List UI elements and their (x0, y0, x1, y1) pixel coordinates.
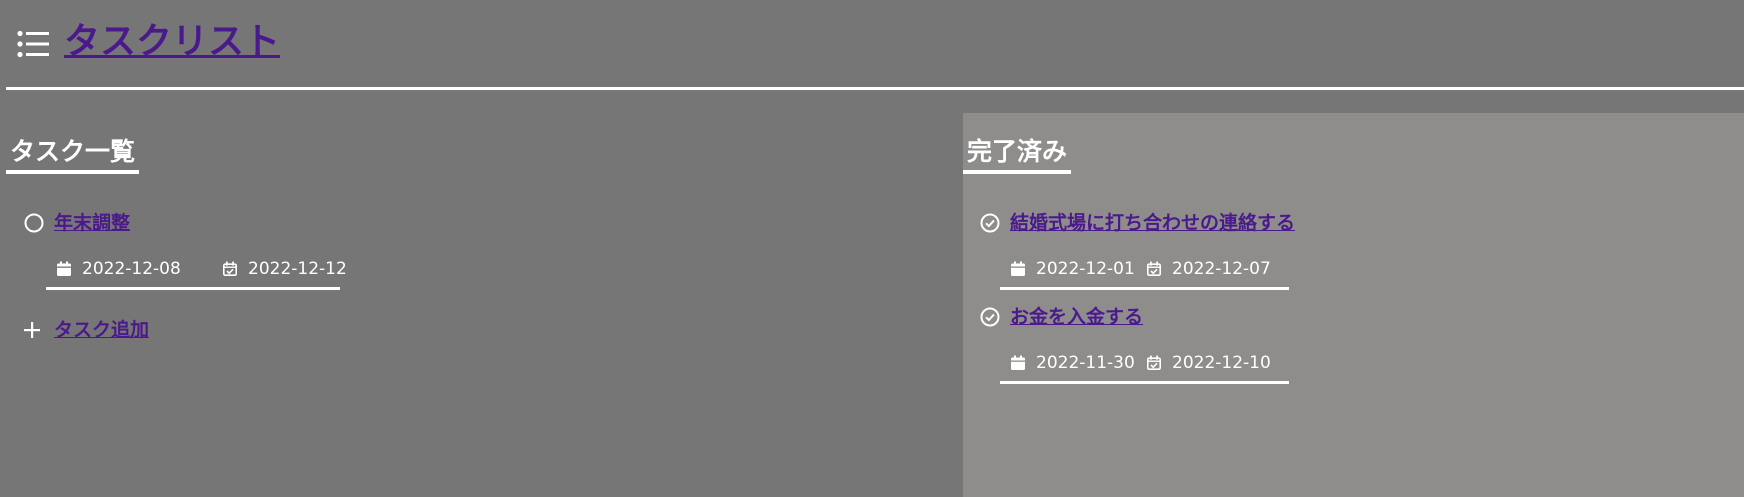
task-dates: 2022-12-08 2022-12-12 (46, 253, 347, 290)
circle-outline-icon[interactable] (24, 213, 44, 233)
add-task-link[interactable]: タスク追加 (54, 316, 149, 344)
start-date-value: 2022-12-08 (82, 259, 181, 279)
check-circle-icon[interactable] (980, 307, 1000, 327)
calendar-icon (57, 261, 71, 276)
calendar-check-icon (1146, 355, 1161, 371)
calendar-check-icon (222, 261, 237, 277)
task-name-link[interactable]: お金を入金する (1010, 303, 1143, 331)
done-column: 完了済み 結婚式場に打ち合わせの連絡する 2022-12-01 2022-12-… (963, 113, 1744, 497)
task-name-link[interactable]: 年末調整 (54, 209, 130, 237)
start-date-value: 2022-11-30 (1036, 353, 1135, 373)
start-date-value: 2022-12-01 (1036, 259, 1135, 279)
task-dates: 2022-11-30 2022-12-10 (1000, 347, 1289, 384)
list-icon[interactable] (17, 30, 49, 58)
header-divider (6, 87, 1744, 90)
app-header: タスクリスト (0, 0, 1744, 90)
done-task-item: お金を入金する 2022-11-30 2022-12-10 (980, 303, 1340, 385)
due-date-value: 2022-12-07 (1172, 259, 1271, 279)
todo-task-item: 年末調整 2022-12-08 2022-12-12 (24, 209, 424, 291)
plus-icon (24, 322, 40, 338)
calendar-check-icon (1146, 261, 1161, 277)
todo-column: タスク一覧 年末調整 2022-12-08 2022-12-12 タスク追加 (0, 113, 963, 497)
done-section-title: 完了済み (963, 135, 1072, 174)
todo-section-title: タスク一覧 (6, 135, 140, 174)
app-title-link[interactable]: タスクリスト (64, 18, 280, 66)
due-date-value: 2022-12-10 (1172, 353, 1271, 373)
task-name-link[interactable]: 結婚式場に打ち合わせの連絡する (1010, 209, 1295, 237)
done-task-item: 結婚式場に打ち合わせの連絡する 2022-12-01 2022-12-07 (980, 209, 1340, 291)
calendar-icon (1011, 355, 1025, 370)
due-date-value: 2022-12-12 (248, 259, 347, 279)
calendar-icon (1011, 261, 1025, 276)
check-circle-icon[interactable] (980, 213, 1000, 233)
task-dates: 2022-12-01 2022-12-07 (1000, 253, 1289, 290)
